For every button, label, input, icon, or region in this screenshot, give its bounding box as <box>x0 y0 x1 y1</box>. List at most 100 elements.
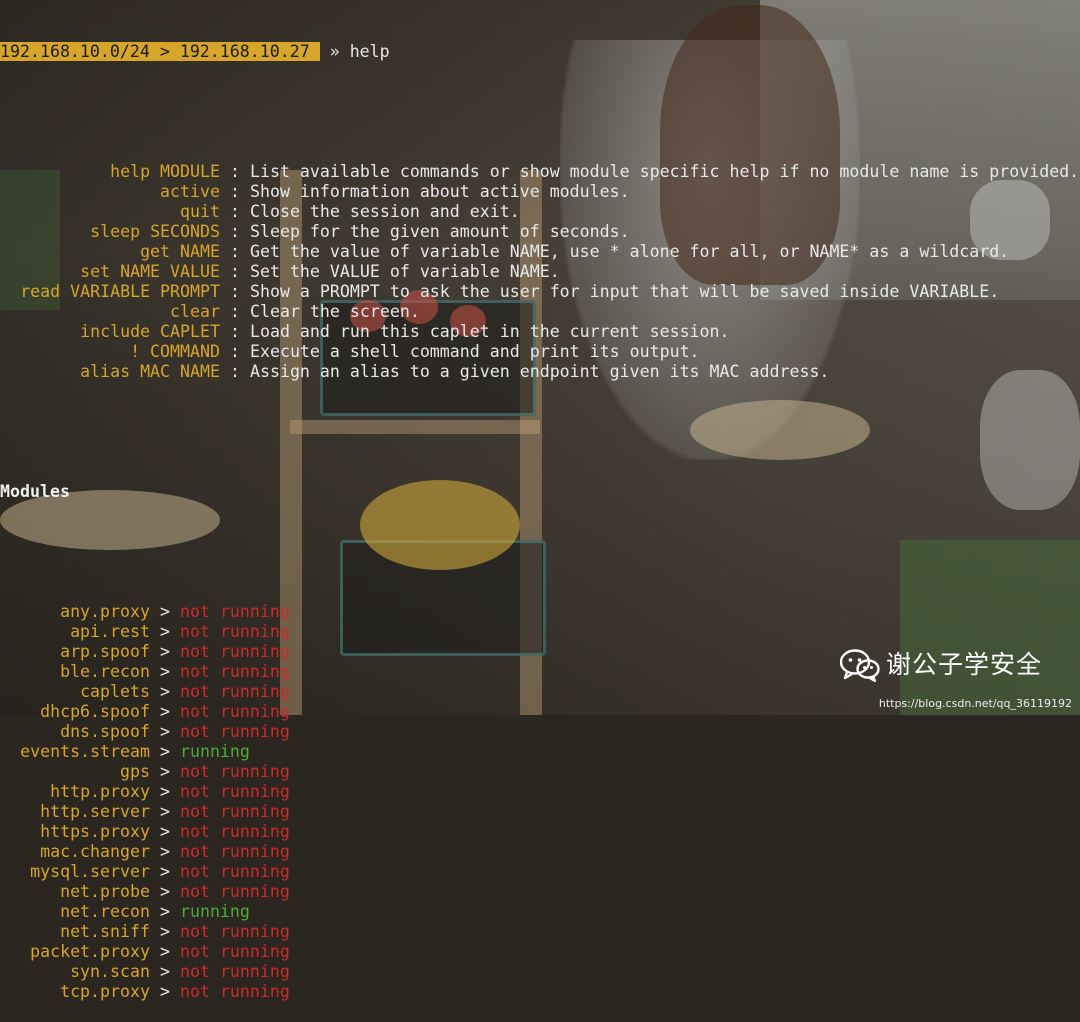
module-name: mac.changer <box>40 842 150 861</box>
module-arrow: > <box>150 942 180 961</box>
help-row: active : Show information about active m… <box>0 182 1080 202</box>
module-row: events.stream > running <box>0 742 1080 762</box>
modules-heading: Modules <box>0 482 70 501</box>
module-row: api.rest > not running <box>0 622 1080 642</box>
module-arrow: > <box>150 922 180 941</box>
module-name: tcp.proxy <box>60 982 150 1001</box>
module-row: syn.scan > not running <box>0 962 1080 982</box>
module-status: not running <box>179 922 290 941</box>
module-arrow: > <box>150 802 180 821</box>
module-status: running <box>179 742 250 761</box>
help-row: set NAME VALUE : Set the VALUE of variab… <box>0 262 1080 282</box>
module-status: not running <box>179 662 290 681</box>
wechat-icon <box>840 649 880 682</box>
help-separator: : <box>220 242 250 261</box>
typed-command: help <box>349 42 390 61</box>
module-row: packet.proxy > not running <box>0 942 1080 962</box>
module-status: not running <box>179 962 290 981</box>
module-name: http.server <box>40 802 150 821</box>
help-command-name: active <box>160 182 220 201</box>
watermark-text: 谢公子学安全 <box>886 650 1043 679</box>
watermark-url: https://blog.csdn.net/qq_36119192 <box>878 697 1072 710</box>
module-status: not running <box>179 762 290 781</box>
help-command-description: List available commands or show module s… <box>249 162 1080 181</box>
module-name: events.stream <box>20 742 150 761</box>
module-status: not running <box>179 642 290 661</box>
module-name: net.recon <box>60 902 150 921</box>
help-command-name: include CAPLET <box>80 322 220 341</box>
help-separator: : <box>220 262 250 281</box>
help-command-description: Execute a shell command and print its ou… <box>249 342 700 361</box>
help-separator: : <box>220 342 250 361</box>
help-separator: : <box>220 362 250 381</box>
module-name: dns.spoof <box>60 722 150 741</box>
module-row: gps > not running <box>0 762 1080 782</box>
help-command-description: Close the session and exit. <box>249 202 520 221</box>
module-row: https.proxy > not running <box>0 822 1080 842</box>
module-name: ble.recon <box>60 662 150 681</box>
module-name: arp.spoof <box>60 642 150 661</box>
module-status: not running <box>179 802 290 821</box>
module-arrow: > <box>150 782 180 801</box>
help-command-name: set NAME VALUE <box>80 262 220 281</box>
module-row: mac.changer > not running <box>0 842 1080 862</box>
help-command-description: Show a PROMPT to ask the user for input … <box>249 282 1000 301</box>
help-command-description: Load and run this caplet in the current … <box>249 322 730 341</box>
module-arrow: > <box>150 602 180 621</box>
module-status: not running <box>179 722 290 741</box>
help-command-description: Clear the screen. <box>249 302 420 321</box>
module-arrow: > <box>150 742 180 761</box>
help-command-description: Show information about active modules. <box>249 182 630 201</box>
module-status: not running <box>179 682 290 701</box>
module-arrow: > <box>150 642 180 661</box>
watermark: 谢公子学安全 <box>840 648 1042 682</box>
module-arrow: > <box>150 862 180 881</box>
help-command-name: quit <box>180 202 220 221</box>
help-command-description: Assign an alias to a given endpoint give… <box>249 362 830 381</box>
help-row: alias MAC NAME : Assign an alias to a gi… <box>0 362 1080 382</box>
help-row: get NAME : Get the value of variable NAM… <box>0 242 1080 262</box>
module-arrow: > <box>150 962 180 981</box>
help-command-description: Sleep for the given amount of seconds. <box>249 222 630 241</box>
help-command-list: help MODULE : List available commands or… <box>0 162 1080 382</box>
module-arrow: > <box>150 622 180 641</box>
module-status: not running <box>179 882 290 901</box>
module-name: https.proxy <box>40 822 150 841</box>
terminal-output[interactable]: 192.168.10.0/24 > 192.168.10.27 » help h… <box>0 2 1080 1022</box>
module-arrow: > <box>150 682 180 701</box>
help-row: quit : Close the session and exit. <box>0 202 1080 222</box>
module-arrow: > <box>150 762 180 781</box>
help-row: ! COMMAND : Execute a shell command and … <box>0 342 1080 362</box>
module-arrow: > <box>150 902 180 921</box>
module-arrow: > <box>150 722 180 741</box>
module-row: http.server > not running <box>0 802 1080 822</box>
module-status: not running <box>179 842 290 861</box>
help-separator: : <box>220 202 250 221</box>
module-status: not running <box>179 602 290 621</box>
prompt-separator: » <box>319 42 350 61</box>
help-row: help MODULE : List available commands or… <box>0 162 1080 182</box>
help-separator: : <box>220 222 250 241</box>
module-arrow: > <box>150 702 180 721</box>
session-prompt: 192.168.10.0/24 > 192.168.10.27 <box>0 42 320 61</box>
help-separator: : <box>220 322 250 341</box>
module-status: not running <box>179 702 290 721</box>
module-name: caplets <box>80 682 150 701</box>
module-name: net.probe <box>60 882 150 901</box>
module-arrow: > <box>150 662 180 681</box>
module-status: not running <box>179 782 290 801</box>
module-name: dhcp6.spoof <box>40 702 150 721</box>
module-name: mysql.server <box>30 862 150 881</box>
prompt-line: 192.168.10.0/24 > 192.168.10.27 » help <box>0 42 1080 62</box>
help-row: sleep SECONDS : Sleep for the given amou… <box>0 222 1080 242</box>
module-status: not running <box>179 982 290 1001</box>
module-name: any.proxy <box>60 602 150 621</box>
module-row: dns.spoof > not running <box>0 722 1080 742</box>
module-row: http.proxy > not running <box>0 782 1080 802</box>
help-row: read VARIABLE PROMPT : Show a PROMPT to … <box>0 282 1080 302</box>
module-name: api.rest <box>70 622 150 641</box>
help-command-description: Get the value of variable NAME, use * al… <box>249 242 1010 261</box>
